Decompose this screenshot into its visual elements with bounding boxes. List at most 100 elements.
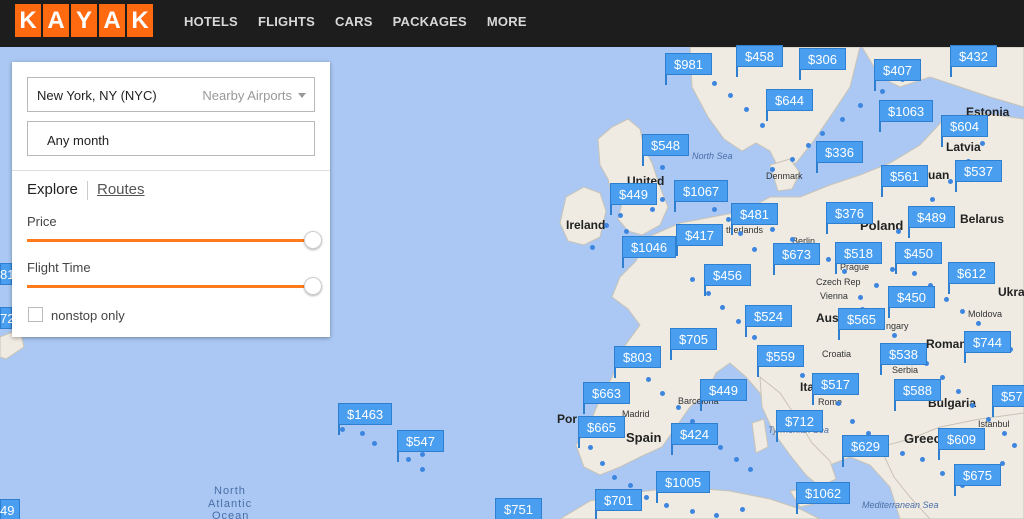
price-tag[interactable]: $559 xyxy=(757,345,804,377)
airport-dot[interactable] xyxy=(736,319,741,324)
airport-dot[interactable] xyxy=(880,89,885,94)
airport-dot[interactable] xyxy=(612,475,617,480)
price-tag[interactable]: $306 xyxy=(799,48,846,80)
airport-dot[interactable] xyxy=(970,403,975,408)
price-tag[interactable]: $517 xyxy=(812,373,859,405)
price-tag[interactable]: $629 xyxy=(842,435,889,467)
airport-dot[interactable] xyxy=(718,445,723,450)
airport-dot[interactable] xyxy=(940,471,945,476)
price-tag[interactable]: $450 xyxy=(888,286,935,318)
airport-dot[interactable] xyxy=(820,131,825,136)
airport-dot[interactable] xyxy=(600,461,605,466)
tab-routes[interactable]: Routes xyxy=(97,181,145,198)
price-tag[interactable]: $547 xyxy=(397,430,444,462)
airport-dot[interactable] xyxy=(976,321,981,326)
origin-field[interactable]: New York, NY (NYC) Nearby Airports xyxy=(27,77,315,112)
airport-dot[interactable] xyxy=(842,269,847,274)
price-tag[interactable]: $981 xyxy=(665,53,712,85)
price-tag[interactable]: $458 xyxy=(736,45,783,77)
price-tag[interactable]: $489 xyxy=(908,206,955,238)
price-tag[interactable]: $57 xyxy=(992,385,1024,417)
airport-dot[interactable] xyxy=(646,377,651,382)
tab-explore[interactable]: Explore xyxy=(27,181,78,198)
airport-dot[interactable] xyxy=(712,81,717,86)
airport-dot[interactable] xyxy=(956,389,961,394)
airport-dot[interactable] xyxy=(644,495,649,500)
price-tag[interactable]: $449 xyxy=(700,379,747,411)
airport-dot[interactable] xyxy=(734,457,739,462)
airport-dot[interactable] xyxy=(912,271,917,276)
price-tag[interactable]: $1062 xyxy=(796,482,851,514)
price-tag[interactable]: $1067 xyxy=(674,180,729,212)
price-tag[interactable]: $1046 xyxy=(622,236,677,268)
airport-dot[interactable] xyxy=(826,257,831,262)
flight-time-slider-thumb[interactable] xyxy=(304,277,322,295)
price-tag[interactable]: $803 xyxy=(614,346,661,378)
airport-dot[interactable] xyxy=(960,309,965,314)
price-tag[interactable]: $456 xyxy=(704,264,751,296)
airport-dot[interactable] xyxy=(752,335,757,340)
price-tag[interactable]: $450 xyxy=(895,242,942,274)
airport-dot[interactable] xyxy=(760,123,765,128)
airport-dot[interactable] xyxy=(806,143,811,148)
price-tag[interactable]: $518 xyxy=(835,242,882,274)
airport-dot[interactable] xyxy=(588,445,593,450)
airport-dot[interactable] xyxy=(660,391,665,396)
price-slider-thumb[interactable] xyxy=(304,231,322,249)
airport-dot[interactable] xyxy=(714,513,719,518)
price-tag[interactable]: $537 xyxy=(955,160,1002,192)
airport-dot[interactable] xyxy=(720,305,725,310)
airport-dot[interactable] xyxy=(790,237,795,242)
price-tag[interactable]: $336 xyxy=(816,141,863,173)
price-tag[interactable]: $675 xyxy=(954,464,1001,496)
airport-dot[interactable] xyxy=(836,401,841,406)
airport-dot[interactable] xyxy=(604,223,609,228)
caret-down-icon[interactable] xyxy=(298,93,306,98)
price-tag[interactable]: $712 xyxy=(776,410,823,442)
airport-dot[interactable] xyxy=(800,373,805,378)
airport-dot[interactable] xyxy=(690,277,695,282)
airport-dot[interactable] xyxy=(948,179,953,184)
price-tag[interactable]: $1005 xyxy=(656,471,711,503)
price-tag[interactable]: $565 xyxy=(838,308,885,340)
airport-dot[interactable] xyxy=(660,197,665,202)
airport-dot[interactable] xyxy=(858,295,863,300)
price-tag[interactable]: $432 xyxy=(950,45,997,77)
airport-dot[interactable] xyxy=(406,457,411,462)
nav-more[interactable]: MORE xyxy=(487,14,527,29)
price-tag[interactable]: $609 xyxy=(938,428,985,460)
price-tag[interactable]: $524 xyxy=(745,305,792,337)
airport-dot[interactable] xyxy=(892,333,897,338)
airport-dot[interactable] xyxy=(706,291,711,296)
airport-dot[interactable] xyxy=(618,213,623,218)
airport-dot[interactable] xyxy=(728,93,733,98)
airport-dot[interactable] xyxy=(650,207,655,212)
airport-dot[interactable] xyxy=(360,431,365,436)
airport-dot[interactable] xyxy=(752,247,757,252)
nav-cars[interactable]: CARS xyxy=(335,14,373,29)
airport-dot[interactable] xyxy=(980,141,985,146)
airport-dot[interactable] xyxy=(628,483,633,488)
airport-dot[interactable] xyxy=(676,405,681,410)
price-tag[interactable]: $538 xyxy=(880,343,927,375)
airport-dot[interactable] xyxy=(770,227,775,232)
price-tag[interactable]: $424 xyxy=(671,423,718,455)
airport-dot[interactable] xyxy=(930,197,935,202)
airport-dot[interactable] xyxy=(770,167,775,172)
airport-dot[interactable] xyxy=(690,509,695,514)
nav-packages[interactable]: PACKAGES xyxy=(393,14,467,29)
airport-dot[interactable] xyxy=(664,503,669,508)
airport-dot[interactable] xyxy=(1012,443,1017,448)
price-tag[interactable]: $751 xyxy=(495,498,542,519)
airport-dot[interactable] xyxy=(1002,431,1007,436)
kayak-logo[interactable]: K A Y A K xyxy=(15,4,153,37)
airport-dot[interactable] xyxy=(896,229,901,234)
month-field[interactable]: Any month xyxy=(27,121,315,156)
airport-dot[interactable] xyxy=(874,283,879,288)
price-tag[interactable]: $665 xyxy=(578,416,625,448)
nonstop-checkbox[interactable] xyxy=(28,307,43,322)
price-tag[interactable]: $644 xyxy=(766,89,813,121)
price-tag[interactable]: $481 xyxy=(731,203,778,235)
airport-dot[interactable] xyxy=(420,467,425,472)
airport-dot[interactable] xyxy=(850,419,855,424)
